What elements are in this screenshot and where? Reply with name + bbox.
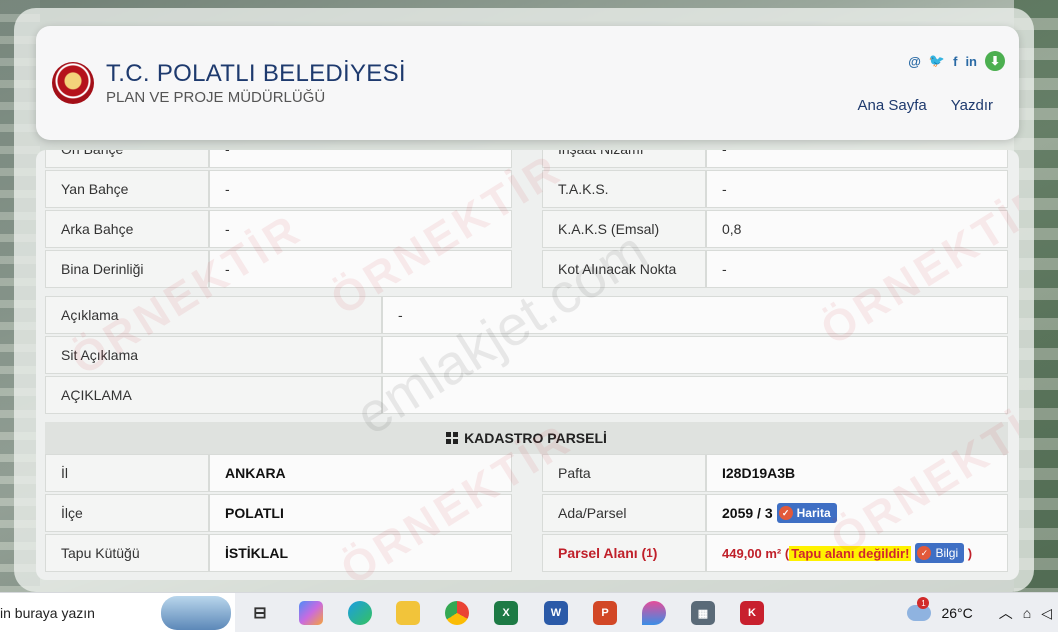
parcel-area-cell: 449,00 m² ( Tapu alanı değildir! ✓ Bilgi… [706,534,1008,572]
cell-value: - [209,170,512,208]
parcel-area-value: 449,00 m² [722,545,782,561]
system-tray: 1 26°C ︿ ⌂ ◁ [907,593,1058,632]
section-header: KADASTRO PARSELİ [45,422,1008,454]
weather-badge: 1 [917,597,930,609]
cell-value: İSTİKLAL [209,534,512,572]
cell-label: Açıklama [45,296,382,334]
municipality-logo[interactable] [52,62,94,104]
cell-label: Arka Bahçe [45,210,209,248]
nav-home-link[interactable]: Ana Sayfa [858,97,927,114]
email-icon[interactable]: @ [908,54,921,69]
cell-value: 0,8 [706,210,1008,248]
table-row: Ön Bahçe - İnşaat Nizamı - [45,150,1008,168]
ada-parsel-value: 2059 / 3 [722,505,773,521]
taskbar: in buraya yazın ⊟ X W P ▦ K 1 26°C ︿ ⌂ ◁ [0,592,1058,632]
table-row: AÇIKLAMA [45,376,1008,414]
page-title: T.C. POLATLI BELEDİYESİ [106,60,406,87]
info-button-label: Bilgi [935,546,959,560]
copilot-icon[interactable] [299,601,323,625]
cell-value: - [706,170,1008,208]
top-nav: Ana Sayfa Yazdır [858,97,993,114]
info-circle-icon: ✓ [917,546,932,560]
table-row: Arka Bahçe - K.A.K.S (Emsal) 0,8 [45,210,1008,248]
section-title: KADASTRO PARSELİ [464,430,607,446]
twitter-icon[interactable]: 🐦 [929,53,945,69]
linkedin-icon[interactable]: in [965,54,977,69]
search-highlight-image [161,595,231,630]
area-warning: Tapu alanı değildir! [789,545,912,561]
search-placeholder: in buraya yazın [0,604,95,621]
volume-icon[interactable]: ◁ [1041,605,1052,622]
info-circle-icon: ✓ [778,506,793,520]
cell-label: Pafta [542,454,706,492]
map-button[interactable]: ✓ Harita [776,503,837,523]
app-icon[interactable]: K [740,601,764,625]
cell-value: POLATLI [209,494,512,532]
info-button[interactable]: ✓ Bilgi [915,543,965,563]
cell-value: I28D19A3B [706,454,1008,492]
table-row: Bina Derinliği - Kot Alınacak Nokta - [45,250,1008,288]
weather-icon[interactable]: 1 [907,597,932,621]
cell-value: - [382,296,1008,334]
table-row: Açıklama - [45,296,1008,334]
cell-value [382,336,1008,374]
powerpoint-icon[interactable]: P [593,601,617,625]
facebook-icon[interactable]: f [953,54,957,69]
nav-print-link[interactable]: Yazdır [951,97,993,114]
edge-icon[interactable] [348,601,372,625]
cell-label: AÇIKLAMA [45,376,382,414]
download-icon[interactable]: ⬇ [985,51,1005,71]
calculator-icon[interactable]: ▦ [691,601,715,625]
parcel-area-label: Parsel Alanı [558,545,638,561]
maps-pin-icon[interactable] [642,601,666,625]
cell-label: İl [45,454,209,492]
cell-label: İlçe [45,494,209,532]
cell-value: ANKARA [209,454,512,492]
cell-label: Yan Bahçe [45,170,209,208]
map-button-label: Harita [796,506,831,520]
parcel-info-table: Ön Bahçe - İnşaat Nizamı - Yan Bahçe - T… [36,150,1019,580]
cell-label: K.A.K.S (Emsal) [542,210,706,248]
grid-icon [446,432,459,444]
table-row: Sit Açıklama [45,336,1008,374]
task-view-icon[interactable]: ⊟ [248,601,272,625]
parcel-area-label-cell: Parsel Alanı (1) [542,534,706,572]
cell-value [382,376,1008,414]
table-row: İlçe POLATLI Ada/Parsel 2059 / 3 ✓ Harit… [45,494,1008,532]
cell-label: Ön Bahçe [45,150,209,168]
cell-value: - [209,210,512,248]
cell-label: Kot Alınacak Nokta [542,250,706,288]
file-explorer-icon[interactable] [396,601,420,625]
cell-value: - [706,250,1008,288]
cell-label: İnşaat Nizamı [542,150,706,168]
excel-icon[interactable]: X [494,601,518,625]
cell-label: Tapu Kütüğü [45,534,209,572]
temperature[interactable]: 26°C [941,605,972,621]
table-row: İl ANKARA Pafta I28D19A3B [45,454,1008,492]
cell-label: Bina Derinliği [45,250,209,288]
site-header: T.C. POLATLI BELEDİYESİ PLAN VE PROJE MÜ… [36,26,1019,140]
cell-value: - [706,150,1008,168]
cell-label: T.A.K.S. [542,170,706,208]
cell-value: - [209,150,512,168]
page-subtitle: PLAN VE PROJE MÜDÜRLÜĞÜ [106,89,326,106]
footnote-ref[interactable]: 1 [646,547,652,560]
social-links: @ 🐦 f in ⬇ [908,51,1005,71]
table-row: Tapu Kütüğü İSTİKLAL Parsel Alanı (1) 44… [45,534,1008,572]
word-icon[interactable]: W [544,601,568,625]
chevron-up-icon[interactable]: ︿ [999,603,1013,623]
chrome-icon[interactable] [445,601,469,625]
table-row: Yan Bahçe - T.A.K.S. - [45,170,1008,208]
cell-label: Ada/Parsel [542,494,706,532]
ada-parsel-cell: 2059 / 3 ✓ Harita [706,494,1008,532]
network-icon[interactable]: ⌂ [1023,605,1031,621]
cell-label: Sit Açıklama [45,336,382,374]
cell-value: - [209,250,512,288]
taskbar-search[interactable]: in buraya yazın [0,592,235,632]
